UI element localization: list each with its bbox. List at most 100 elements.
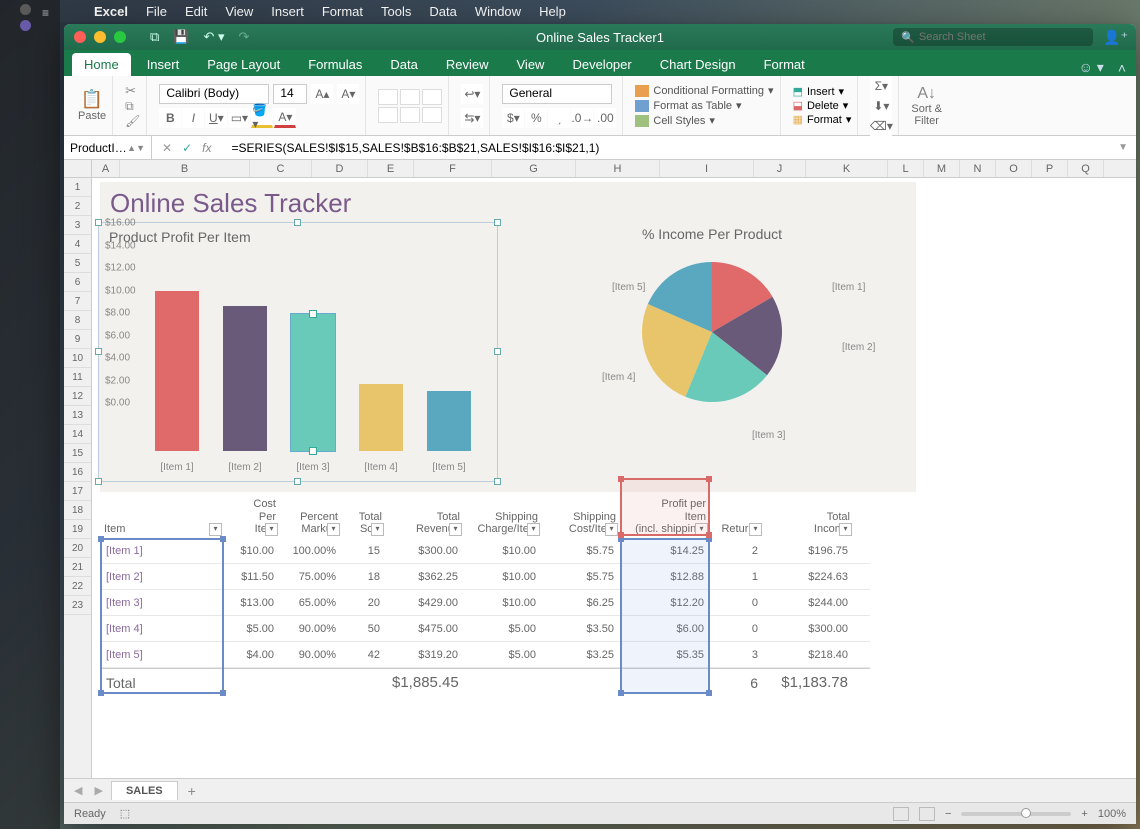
col-header-L[interactable]: L — [888, 160, 924, 177]
align-top[interactable] — [378, 89, 398, 105]
filter-button[interactable]: ▾ — [605, 523, 618, 536]
zoom-slider[interactable] — [961, 812, 1071, 816]
tab-home[interactable]: Home — [72, 53, 131, 76]
menu-insert[interactable]: Insert — [271, 4, 304, 19]
filter-button[interactable]: ▾ — [371, 523, 384, 536]
fill-button[interactable]: ⬇▾ — [870, 96, 892, 116]
table-cell[interactable]: $3.50 — [542, 623, 620, 635]
table-cell[interactable]: $12.88 — [620, 571, 710, 583]
col-header-H[interactable]: H — [576, 160, 660, 177]
sort-filter-button[interactable]: Sort & Filter — [911, 103, 942, 127]
table-cell[interactable]: [Item 3] — [100, 597, 224, 609]
tab-page-layout[interactable]: Page Layout — [195, 53, 292, 76]
sheet-tab-sales[interactable]: SALES — [111, 781, 178, 800]
row-header-6[interactable]: 6 — [64, 273, 91, 292]
table-cell[interactable]: [Item 4] — [100, 623, 224, 635]
table-cell[interactable]: $14.25 — [620, 545, 710, 557]
table-cell[interactable]: 50 — [342, 623, 386, 635]
increase-decimal-button[interactable]: .0→ — [571, 108, 593, 128]
tab-view[interactable]: View — [505, 53, 557, 76]
table-cell[interactable]: $6.25 — [542, 597, 620, 609]
row-header-7[interactable]: 7 — [64, 292, 91, 311]
bar-chart[interactable]: Product Profit Per Item $0.00$2.00$4.00$… — [98, 222, 498, 482]
table-cell[interactable]: $10.00 — [464, 597, 542, 609]
table-cell[interactable]: 15 — [342, 545, 386, 557]
macro-record-icon[interactable]: ⬚ — [120, 807, 130, 820]
next-sheet-icon[interactable]: ▶ — [90, 784, 106, 797]
menu-view[interactable]: View — [225, 4, 253, 19]
table-header[interactable]: ShippingCost/Item▾ — [542, 509, 620, 538]
tab-data[interactable]: Data — [378, 53, 429, 76]
table-cell[interactable]: $224.63 — [764, 571, 854, 583]
table-cell[interactable]: 90.00% — [280, 623, 342, 635]
increase-font-icon[interactable]: A▴ — [311, 84, 333, 104]
filter-button[interactable]: ▾ — [527, 523, 540, 536]
col-header-O[interactable]: O — [996, 160, 1032, 177]
row-header-10[interactable]: 10 — [64, 349, 91, 368]
italic-button[interactable]: I — [182, 108, 204, 128]
number-format-select[interactable]: General — [502, 84, 612, 104]
align-bottom[interactable] — [422, 89, 442, 105]
menu-window[interactable]: Window — [475, 4, 521, 19]
filter-button[interactable]: ▾ — [265, 523, 278, 536]
align-left[interactable] — [378, 107, 398, 123]
border-button[interactable]: ▭▾ — [228, 108, 250, 128]
select-all-corner[interactable] — [64, 160, 92, 177]
row-header-21[interactable]: 21 — [64, 558, 91, 577]
align-right[interactable] — [422, 107, 442, 123]
bold-button[interactable]: B — [159, 108, 181, 128]
col-header-B[interactable]: B — [120, 160, 250, 177]
add-sheet-button[interactable]: + — [182, 783, 202, 799]
table-cell[interactable]: $10.00 — [464, 571, 542, 583]
table-cell[interactable]: $475.00 — [386, 623, 464, 635]
underline-button[interactable]: U▾ — [205, 108, 227, 128]
table-cell[interactable]: $429.00 — [386, 597, 464, 609]
tab-format[interactable]: Format — [752, 53, 817, 76]
name-box[interactable]: ProductI…▲▼ — [64, 136, 152, 159]
row-header-8[interactable]: 8 — [64, 311, 91, 330]
table-cell[interactable]: 20 — [342, 597, 386, 609]
expand-formula-icon[interactable]: ▼ — [1110, 142, 1136, 153]
tab-chart-design[interactable]: Chart Design — [648, 53, 748, 76]
redo-icon[interactable]: ↷ — [239, 29, 250, 45]
table-cell[interactable]: 1 — [710, 571, 764, 583]
filter-button[interactable]: ▾ — [449, 523, 462, 536]
row-header-15[interactable]: 15 — [64, 444, 91, 463]
table-cell[interactable]: $300.00 — [386, 545, 464, 557]
filter-button[interactable]: ▾ — [839, 523, 852, 536]
col-header-P[interactable]: P — [1032, 160, 1068, 177]
col-header-J[interactable]: J — [754, 160, 806, 177]
share-icon[interactable]: 👤⁺ — [1103, 29, 1128, 46]
table-cell[interactable]: 65.00% — [280, 597, 342, 609]
collapse-ribbon-icon[interactable]: ˄ — [1118, 60, 1126, 76]
app-name[interactable]: Excel — [94, 4, 128, 19]
table-row[interactable]: [Item 3]$13.0065.00%20$429.00$10.00$6.25… — [100, 590, 870, 616]
decrease-font-icon[interactable]: A▾ — [337, 84, 359, 104]
table-cell[interactable]: 3 — [710, 649, 764, 661]
col-header-A[interactable]: A — [92, 160, 120, 177]
table-row[interactable]: [Item 4]$5.0090.00%50$475.00$5.00$3.50$6… — [100, 616, 870, 642]
cut-icon[interactable]: ✂ — [125, 83, 136, 99]
table-header[interactable]: TotalRevenue▾ — [386, 509, 464, 538]
table-header[interactable]: Item▾ — [100, 521, 224, 538]
filter-button[interactable]: ▾ — [749, 523, 762, 536]
col-header-Q[interactable]: Q — [1068, 160, 1104, 177]
table-cell[interactable]: $5.00 — [464, 649, 542, 661]
col-header-M[interactable]: M — [924, 160, 960, 177]
percent-button[interactable]: % — [525, 108, 547, 128]
wrap-text-button[interactable]: ↩▾ — [461, 84, 483, 104]
tab-insert[interactable]: Insert — [135, 53, 192, 76]
row-header-11[interactable]: 11 — [64, 368, 91, 387]
row-header-9[interactable]: 9 — [64, 330, 91, 349]
table-header[interactable]: Profit perItem(incl. shipping)▾ — [620, 496, 710, 538]
account-icon[interactable]: ☺ ▾ — [1079, 59, 1104, 76]
data-table[interactable]: Item▾CostPerItem▾PercentMarkup▾TotalSold… — [100, 508, 870, 696]
delete-cells-button[interactable]: ⬓ Delete ▾ — [793, 99, 852, 112]
grid[interactable]: Online Sales Tracker Product Profit Per … — [92, 178, 1136, 778]
menu-data[interactable]: Data — [429, 4, 456, 19]
table-cell[interactable]: $5.75 — [542, 571, 620, 583]
table-cell[interactable]: $5.00 — [224, 623, 280, 635]
filter-button[interactable]: ▾ — [209, 523, 222, 536]
table-cell[interactable]: $5.00 — [464, 623, 542, 635]
align-middle[interactable] — [400, 89, 420, 105]
